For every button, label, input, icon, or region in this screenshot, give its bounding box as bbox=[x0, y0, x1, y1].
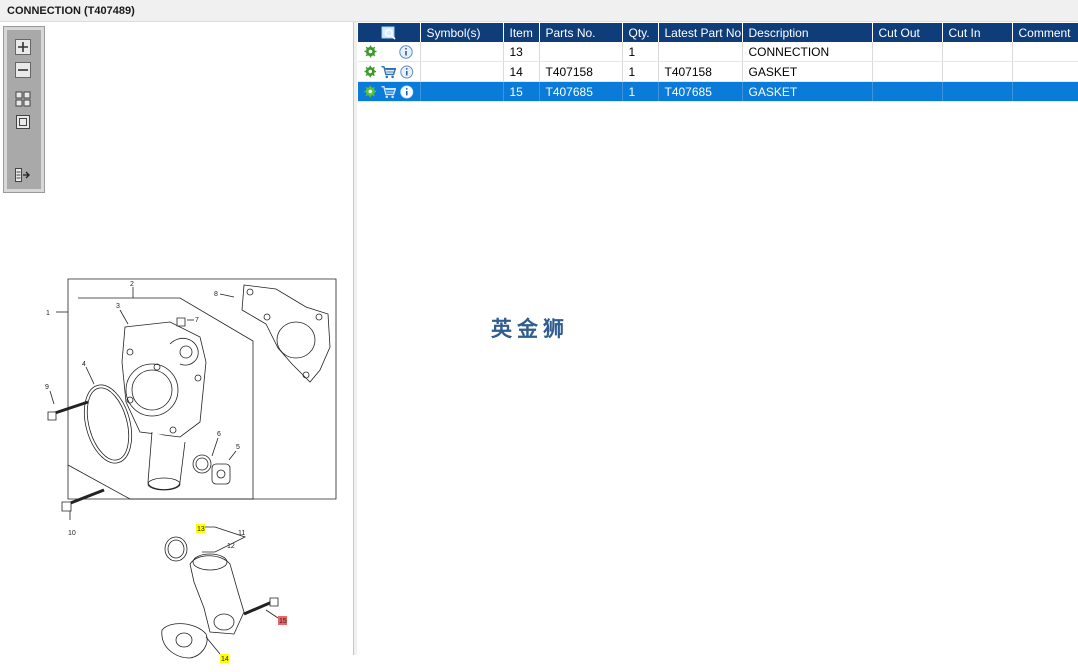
callout-7[interactable]: 7 bbox=[195, 317, 199, 324]
info-icon[interactable] bbox=[400, 65, 414, 79]
title-bar: CONNECTION (T407489) bbox=[0, 0, 1078, 22]
cell-comment bbox=[1012, 81, 1078, 102]
table-row[interactable]: 13 1 CONNECTION bbox=[358, 42, 1078, 62]
watermark-text: 英金狮 bbox=[491, 317, 569, 341]
column-header-description[interactable]: Description bbox=[742, 23, 873, 42]
cell-item: 15 bbox=[503, 81, 540, 102]
cell-latest-part-no: T407158 bbox=[658, 61, 743, 82]
illustration-pane[interactable]: 1 2 3 4 5 6 7 8 9 10 11 12 13 14 15 bbox=[0, 22, 354, 663]
shopping-cart-icon[interactable] bbox=[381, 65, 396, 79]
cell-description: GASKET bbox=[742, 61, 873, 82]
column-header-cut-out[interactable]: Cut Out bbox=[872, 23, 943, 42]
callout-8[interactable]: 8 bbox=[214, 291, 218, 298]
expand-panel-button[interactable] bbox=[15, 167, 31, 183]
table-header-row: Symbol(s) Item Parts No. Qty. Latest Par… bbox=[358, 23, 1078, 42]
cell-description: GASKET bbox=[742, 81, 873, 102]
cell-qty: 1 bbox=[622, 42, 659, 62]
cell-cut-out bbox=[872, 61, 943, 82]
callout-15[interactable]: 15 bbox=[279, 618, 287, 625]
cell-cut-out bbox=[872, 42, 943, 62]
callout-3[interactable]: 3 bbox=[116, 303, 120, 310]
column-header-latest-part-no[interactable]: Latest Part No. bbox=[658, 23, 743, 42]
expand-panel-icon bbox=[15, 168, 30, 182]
column-header-qty[interactable]: Qty. bbox=[622, 23, 659, 42]
cell-symbols bbox=[420, 42, 504, 62]
cell-symbols bbox=[420, 81, 504, 102]
callout-13[interactable]: 13 bbox=[197, 526, 205, 533]
cell-item: 14 bbox=[503, 61, 540, 82]
callout-1[interactable]: 1 bbox=[46, 310, 50, 317]
callout-14[interactable]: 14 bbox=[221, 656, 229, 663]
zoom-in-icon bbox=[15, 39, 31, 55]
zoom-out-icon bbox=[15, 62, 31, 78]
parts-table: Symbol(s) Item Parts No. Qty. Latest Par… bbox=[358, 23, 1078, 102]
cell-item: 13 bbox=[503, 42, 540, 62]
callout-5[interactable]: 5 bbox=[236, 444, 240, 451]
column-header-comment[interactable]: Comment bbox=[1012, 23, 1078, 42]
column-header-cut-in[interactable]: Cut In bbox=[942, 23, 1013, 42]
cell-parts-no: T407158 bbox=[539, 61, 623, 82]
cell-qty: 1 bbox=[622, 61, 659, 82]
callout-11[interactable]: 11 bbox=[238, 530, 245, 537]
callout-12[interactable]: 12 bbox=[227, 543, 235, 550]
gear-icon[interactable] bbox=[364, 45, 377, 58]
column-header-icon[interactable] bbox=[358, 23, 421, 42]
fit-page-button[interactable] bbox=[15, 114, 31, 130]
parts-diagram[interactable]: 1 2 3 4 5 6 7 8 9 10 11 12 13 14 15 bbox=[30, 252, 340, 672]
cell-cut-in bbox=[942, 61, 1013, 82]
cell-comment bbox=[1012, 61, 1078, 82]
column-header-item[interactable]: Item bbox=[503, 23, 540, 42]
cell-parts-no bbox=[539, 42, 623, 62]
fit-all-icon bbox=[15, 91, 31, 107]
cell-latest-part-no bbox=[658, 42, 743, 62]
cell-symbols bbox=[420, 61, 504, 82]
row-actions-cell bbox=[358, 61, 421, 82]
fit-all-button[interactable] bbox=[15, 91, 31, 107]
zoom-in-button[interactable] bbox=[15, 39, 31, 55]
callout-10[interactable]: 10 bbox=[68, 530, 76, 537]
zoom-out-button[interactable] bbox=[15, 62, 31, 78]
row-actions-cell bbox=[358, 81, 421, 102]
callout-6[interactable]: 6 bbox=[217, 431, 221, 438]
gear-icon[interactable] bbox=[364, 65, 377, 78]
cell-qty: 1 bbox=[622, 81, 659, 102]
info-icon[interactable] bbox=[399, 44, 413, 59]
callout-4[interactable]: 4 bbox=[82, 361, 86, 368]
cell-parts-no: T407685 bbox=[539, 81, 623, 102]
cell-description: CONNECTION bbox=[742, 42, 873, 62]
table-row-selected[interactable]: 15 T407685 1 T407685 GASKET bbox=[358, 81, 1078, 102]
cell-cut-in bbox=[942, 42, 1013, 62]
column-header-symbols[interactable]: Symbol(s) bbox=[420, 23, 504, 42]
cell-cut-in bbox=[942, 81, 1013, 102]
cell-comment bbox=[1012, 42, 1078, 62]
window-title: CONNECTION (T407489) bbox=[7, 5, 135, 17]
parts-list-pane: Symbol(s) Item Parts No. Qty. Latest Par… bbox=[357, 22, 1078, 655]
row-actions-cell bbox=[358, 42, 421, 62]
callout-9[interactable]: 9 bbox=[45, 384, 49, 391]
gear-icon[interactable] bbox=[364, 85, 377, 98]
callout-2[interactable]: 2 bbox=[130, 281, 134, 288]
info-icon[interactable] bbox=[400, 85, 414, 99]
shopping-cart-icon[interactable] bbox=[381, 85, 396, 99]
preview-list-icon bbox=[381, 26, 396, 40]
zoom-toolbox bbox=[3, 26, 45, 193]
fit-page-icon bbox=[16, 115, 30, 129]
table-row[interactable]: 14 T407158 1 T407158 GASKET bbox=[358, 61, 1078, 82]
cell-latest-part-no: T407685 bbox=[658, 81, 743, 102]
cell-cut-out bbox=[872, 81, 943, 102]
column-header-parts-no[interactable]: Parts No. bbox=[539, 23, 623, 42]
